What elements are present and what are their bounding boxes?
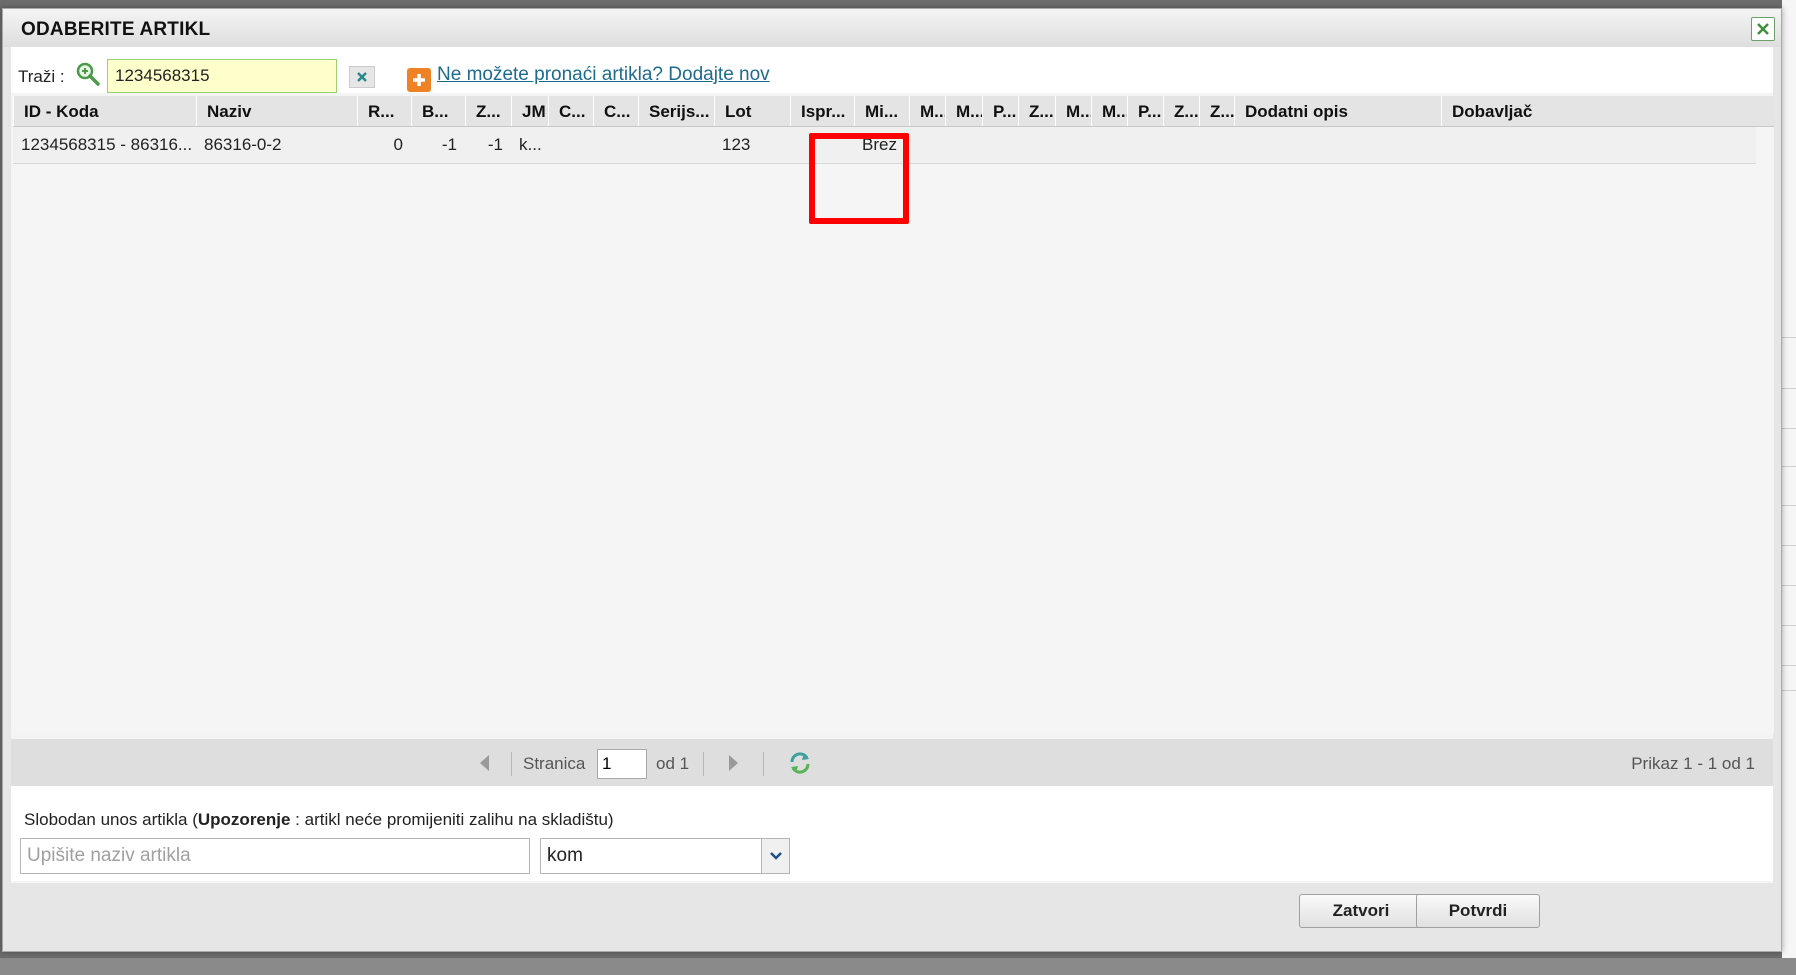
lot-column-highlight: [809, 133, 909, 224]
column-header[interactable]: P...: [982, 96, 1018, 126]
table-cell: [1199, 127, 1234, 163]
column-header[interactable]: M...: [1091, 96, 1127, 126]
paging-info: Prikaz 1 - 1 od 1: [1631, 754, 1755, 773]
search-toolbar: Traži : Ne možete pronaći artikla? Dodaj…: [11, 47, 1773, 93]
column-header[interactable]: C...: [593, 96, 638, 126]
column-header[interactable]: Serijs...: [638, 96, 714, 126]
free-entry-label: Slobodan unos artikla (Upozorenje : arti…: [24, 810, 614, 830]
column-header[interactable]: M...: [1055, 96, 1091, 126]
background-page-edge: [1782, 0, 1796, 975]
column-header[interactable]: Ispr...: [790, 96, 854, 126]
dialog-titlebar: ODABERITE ARTIKL: [3, 9, 1781, 47]
column-header[interactable]: Dobavljač: [1441, 96, 1545, 126]
table-cell: 123: [722, 135, 751, 154]
dialog-content: Traži : Ne možete pronaći artikla? Dodaj…: [11, 47, 1774, 883]
grid-header: ID - Koda Naziv R... B... Z... JM C... C... Seri…: [13, 96, 1774, 127]
column-header[interactable]: ID - Koda: [13, 96, 196, 126]
add-new-article-link[interactable]: Ne možete pronaći artikla? Dodajte nov: [437, 64, 770, 86]
table-cell: [909, 127, 945, 163]
table-cell: [1018, 127, 1055, 163]
column-header[interactable]: Z...: [1018, 96, 1055, 126]
table-cell: 0: [393, 135, 403, 154]
column-header[interactable]: Naziv: [196, 96, 357, 126]
confirm-button[interactable]: Potvrdi: [1416, 894, 1540, 928]
free-entry-label-prefix: Slobodan unos artikla (: [24, 810, 198, 829]
table-cell: [593, 127, 638, 163]
select-article-dialog: ODABERITE ARTIKL Traži : Ne možete prona…: [2, 8, 1782, 952]
table-cell: [1234, 127, 1441, 163]
pager-divider: [511, 752, 512, 776]
column-header[interactable]: M...: [909, 96, 945, 126]
table-cell: 86316-0-2: [204, 135, 282, 154]
table-cell: [1441, 127, 1545, 163]
page-number-input[interactable]: [597, 749, 647, 779]
search-icon[interactable]: [75, 61, 101, 92]
unit-select[interactable]: kom: [540, 838, 790, 874]
table-cell: [638, 127, 714, 163]
next-page-icon[interactable]: [727, 752, 741, 779]
column-header[interactable]: Mi...: [854, 96, 909, 126]
table-cell: [1163, 127, 1199, 163]
page-count-label: od 1: [656, 754, 690, 773]
table-cell: [982, 127, 1018, 163]
table-cell: -1: [487, 135, 503, 154]
column-header[interactable]: Lot: [714, 96, 790, 126]
column-header[interactable]: Z...: [1163, 96, 1199, 126]
page-label: Stranica: [523, 754, 586, 773]
column-header[interactable]: P...: [1127, 96, 1163, 126]
dialog-title: ODABERITE ARTIKL: [21, 19, 211, 40]
unit-select-value: kom: [547, 845, 583, 866]
column-header[interactable]: JM: [511, 96, 548, 126]
refresh-icon[interactable]: [787, 750, 813, 781]
search-label: Traži :: [18, 67, 65, 86]
table-cell: [1055, 127, 1091, 163]
column-header[interactable]: R...: [357, 96, 411, 126]
table-cell: k...: [519, 135, 542, 154]
close-icon[interactable]: [1751, 17, 1775, 41]
free-entry-panel: Slobodan unos artikla (Upozorenje : arti…: [11, 786, 1773, 881]
free-entry-label-suffix: : artikl neće promijeniti zalihu na skla…: [290, 810, 614, 829]
search-input[interactable]: [107, 59, 337, 93]
previous-page-icon[interactable]: [477, 752, 491, 779]
article-name-input[interactable]: [20, 838, 530, 874]
table-cell: 1234568315 - 86316...: [21, 135, 193, 154]
table-cell: [1127, 127, 1163, 163]
warning-label: Upozorenje: [197, 810, 291, 829]
pager-divider: [763, 752, 764, 776]
column-header[interactable]: Dodatni opis: [1234, 96, 1441, 126]
background-page-strip: [0, 958, 1796, 975]
chevron-down-icon[interactable]: [761, 839, 789, 873]
clear-search-icon[interactable]: [349, 66, 375, 88]
pager-divider: [703, 752, 704, 776]
column-header[interactable]: B...: [411, 96, 465, 126]
table-cell: [548, 127, 593, 163]
pager-toolbar: Stranica od 1 Prikaz 1 - 1 od 1: [11, 739, 1773, 786]
column-header[interactable]: C...: [548, 96, 593, 126]
add-article-icon[interactable]: [407, 68, 431, 92]
table-cell: [1091, 127, 1127, 163]
column-header[interactable]: Z...: [1199, 96, 1234, 126]
column-header[interactable]: M...: [945, 96, 982, 126]
table-cell: -1: [441, 135, 457, 154]
column-header[interactable]: Z...: [465, 96, 511, 126]
table-cell: [945, 127, 982, 163]
close-button[interactable]: Zatvori: [1299, 894, 1423, 928]
